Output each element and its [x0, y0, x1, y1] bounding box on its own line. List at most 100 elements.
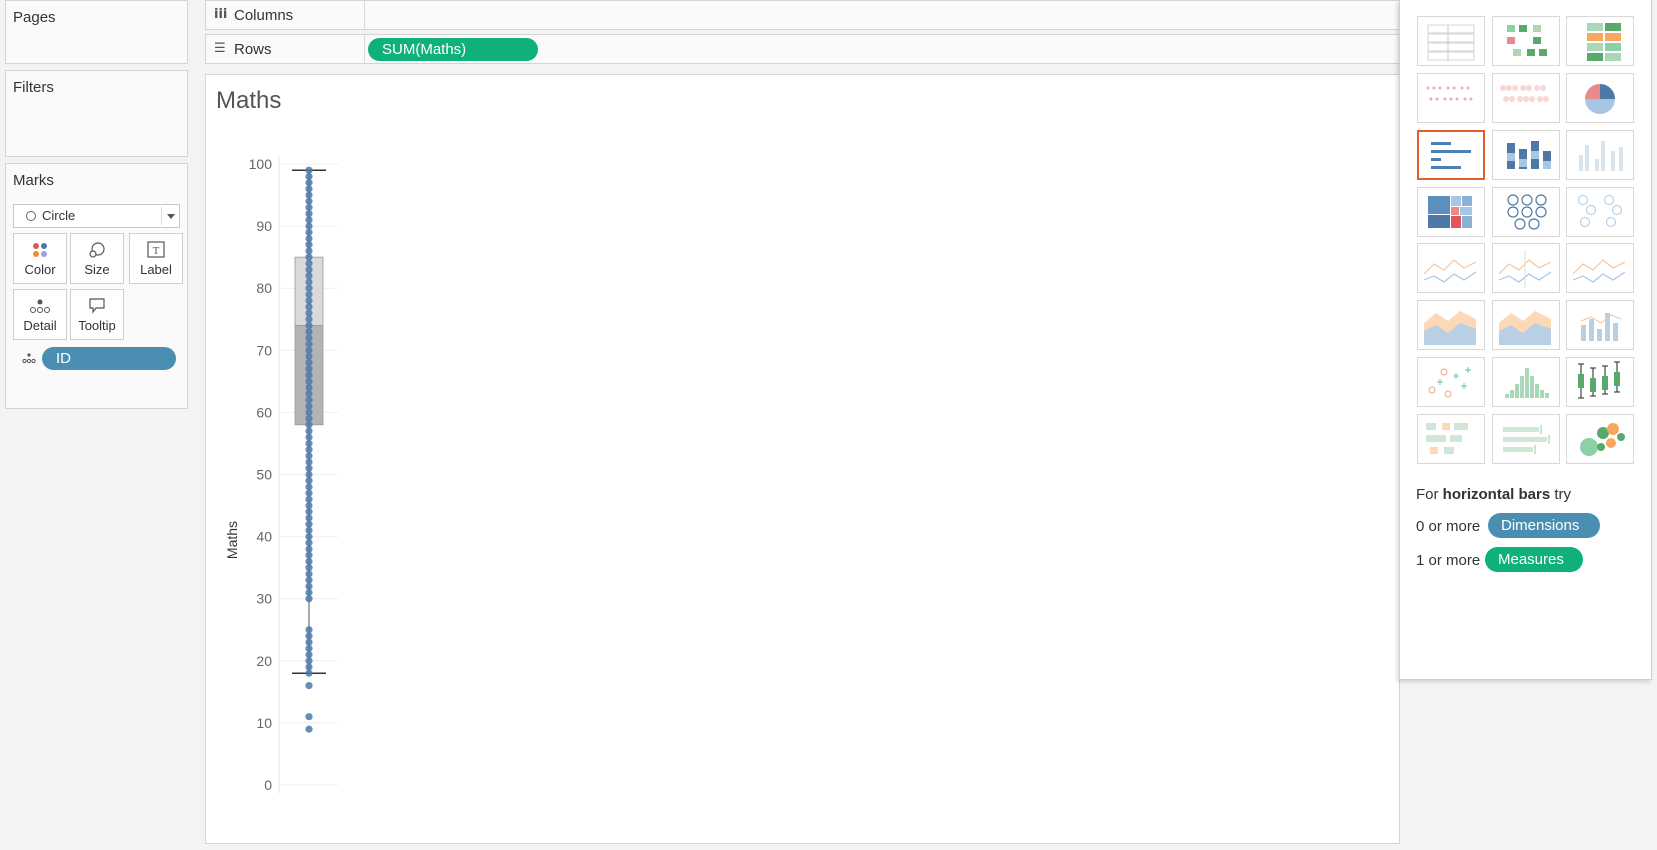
filled-map-icon[interactable]	[1492, 73, 1560, 123]
y-tick-label: 30	[256, 591, 272, 607]
filters-card[interactable]: Filters	[5, 70, 188, 157]
bullet-graph-icon[interactable]	[1492, 414, 1560, 464]
data-point	[305, 464, 313, 472]
data-point	[305, 172, 313, 181]
data-point	[305, 439, 313, 448]
circle-views-icon-thumbnail	[1507, 194, 1547, 230]
data-point	[305, 309, 313, 317]
label-button[interactable]: T Label	[129, 233, 183, 284]
detail-button[interactable]: Detail	[13, 289, 67, 340]
area-discrete-icon-thumbnail	[1499, 311, 1551, 345]
area-discrete-icon[interactable]	[1492, 300, 1560, 350]
side-by-side-circles-icon[interactable]	[1566, 187, 1634, 237]
marks-card[interactable]: Marks	[5, 163, 188, 409]
data-point	[305, 526, 313, 534]
mark-type-label: Circle	[42, 208, 76, 223]
label-label: Label	[140, 262, 172, 277]
data-point	[305, 365, 313, 373]
data-point	[305, 315, 313, 323]
data-point	[305, 290, 313, 299]
area-continuous-icon[interactable]	[1417, 300, 1485, 350]
data-point	[305, 477, 313, 485]
rows-icon: ☰	[214, 41, 226, 56]
scatter-plot-icon-thumbnail	[1428, 367, 1471, 398]
data-point	[305, 657, 313, 665]
text-table-icon-thumbnail	[1427, 24, 1475, 61]
color-button[interactable]: Color	[13, 233, 67, 284]
measures-pill: Measures	[1485, 547, 1583, 572]
data-point	[305, 321, 313, 330]
detail-label: Detail	[23, 318, 57, 333]
y-tick-label: 60	[256, 404, 272, 420]
columns-shelf[interactable]: iii Columns	[205, 0, 1400, 30]
circle-views-icon[interactable]	[1492, 187, 1560, 237]
data-point	[305, 346, 313, 354]
treemap-icon[interactable]	[1417, 187, 1485, 237]
pages-card[interactable]: Pages	[5, 0, 188, 64]
lines-discrete-icon[interactable]	[1492, 243, 1560, 293]
dual-lines-icon[interactable]	[1566, 243, 1634, 293]
columns-icon: iii	[214, 7, 228, 22]
data-point	[305, 396, 313, 404]
dual-combination-icon[interactable]	[1566, 300, 1634, 350]
symbol-map-icon[interactable]	[1417, 73, 1485, 123]
bullet-graph-icon-thumbnail	[1503, 425, 1550, 454]
pie-chart-icon[interactable]	[1566, 73, 1634, 123]
data-point	[305, 564, 313, 572]
gantt-chart-icon[interactable]	[1417, 414, 1485, 464]
data-point	[305, 489, 313, 497]
lines-continuous-icon[interactable]	[1417, 243, 1485, 293]
dual-combination-icon-thumbnail	[1580, 313, 1622, 341]
scatter-plot-icon[interactable]	[1417, 357, 1485, 407]
data-point	[305, 725, 313, 733]
data-point	[305, 427, 313, 435]
side-by-side-bars-icon[interactable]	[1566, 130, 1634, 180]
rows-shelf[interactable]: ☰ Rows SUM(Maths)	[205, 34, 1400, 64]
data-point	[305, 272, 313, 280]
highlight-table-icon[interactable]	[1566, 16, 1634, 66]
stacked-bars-icon-thumbnail	[1507, 141, 1551, 169]
data-point	[305, 533, 313, 541]
heat-map-icon[interactable]	[1492, 16, 1560, 66]
data-point	[305, 638, 313, 646]
data-point	[305, 297, 313, 305]
data-point	[305, 247, 313, 255]
size-label: Size	[84, 262, 110, 277]
mark-type-dropdown[interactable]: Circle	[13, 204, 180, 228]
data-point	[305, 570, 313, 578]
pie-chart-icon-thumbnail	[1585, 84, 1615, 114]
data-point	[305, 650, 313, 659]
data-point	[305, 632, 313, 640]
data-point	[305, 383, 313, 392]
packed-bubbles-icon[interactable]	[1566, 414, 1634, 464]
box-whisker-icon[interactable]	[1566, 357, 1634, 407]
data-point	[305, 713, 313, 721]
box-whisker-icon-thumbnail	[1578, 361, 1620, 399]
chevron-down-icon[interactable]	[167, 214, 175, 219]
tooltip-button[interactable]: Tooltip	[70, 289, 124, 340]
y-tick-label: 90	[256, 218, 272, 234]
rows-pill-sum-maths[interactable]: SUM(Maths)	[368, 38, 538, 61]
stacked-bars-icon[interactable]	[1492, 130, 1560, 180]
data-point	[305, 216, 313, 224]
data-point	[305, 483, 313, 491]
size-button[interactable]: Size	[70, 233, 124, 284]
data-point	[305, 576, 313, 584]
histogram-icon[interactable]	[1492, 357, 1560, 407]
horizontal-bars-icon[interactable]	[1417, 130, 1485, 180]
y-tick-label: 100	[249, 156, 273, 172]
detail-field-pill[interactable]: ID	[42, 347, 176, 370]
lines-continuous-icon-thumbnail	[1423, 259, 1477, 283]
data-point	[305, 259, 313, 267]
data-point	[305, 328, 313, 336]
data-point	[305, 197, 313, 205]
data-point	[305, 470, 313, 479]
data-point	[305, 203, 313, 212]
data-point	[305, 228, 313, 236]
data-point	[305, 495, 313, 503]
data-point	[305, 551, 313, 559]
columns-label: Columns	[234, 7, 294, 24]
text-table-icon[interactable]	[1417, 16, 1485, 66]
packed-bubbles-icon-thumbnail	[1580, 423, 1625, 456]
viz-area[interactable]: Maths Maths 0 10 20 30 40 50 60 70 80 90 100	[205, 74, 1400, 844]
